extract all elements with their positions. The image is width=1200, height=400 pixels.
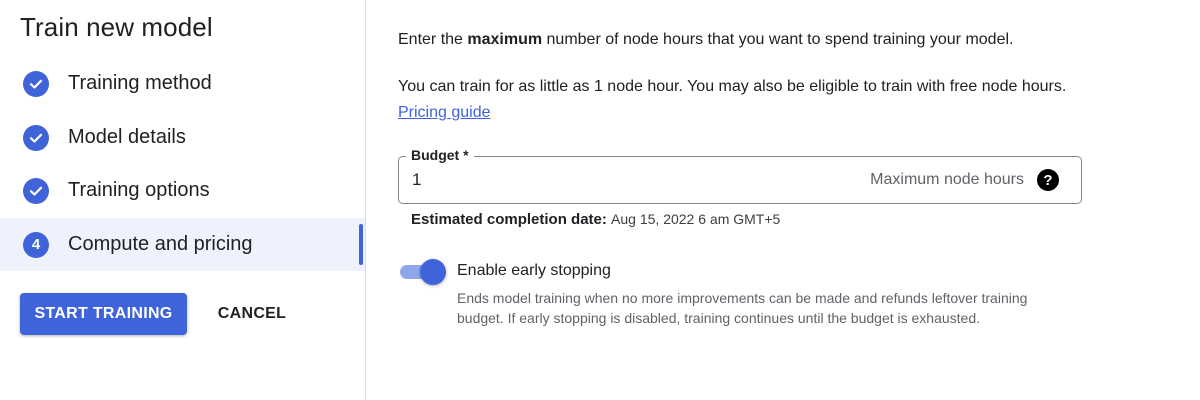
info-text: You can train for as little as 1 node ho… [398, 78, 1067, 121]
early-stopping-label: Enable early stopping [457, 262, 611, 279]
step-label: Training method [68, 72, 212, 94]
start-training-button[interactable]: START TRAINING [20, 293, 187, 335]
estimated-completion: Estimated completion date: Aug 15, 2022 … [411, 211, 780, 228]
check-circle-icon [23, 70, 49, 97]
cancel-button[interactable]: CANCEL [206, 293, 298, 335]
completion-date: Aug 15, 2022 6 am GMT+5 [611, 211, 781, 227]
step-model-details[interactable]: Model details [0, 111, 365, 164]
train-model-page: Train new model Training method Model de… [0, 0, 1200, 400]
help-circle-icon[interactable]: ? [1037, 169, 1059, 191]
check-circle-icon [23, 177, 49, 204]
budget-field[interactable]: Budget * Maximum node hours ? [398, 147, 1082, 204]
page-title: Train new model [20, 12, 213, 42]
toggle-thumb [420, 259, 446, 285]
compute-pricing-section: Enter the maximum number of node hours t… [398, 0, 1178, 400]
budget-label: Budget * [406, 147, 474, 163]
early-stopping-toggle[interactable] [398, 258, 446, 286]
early-stopping-description: Ends model training when no more improve… [457, 290, 1028, 326]
step-label: Compute and pricing [68, 233, 253, 255]
step-training-options[interactable]: Training options [0, 164, 365, 217]
step-compute-and-pricing[interactable]: 4 Compute and pricing [0, 218, 365, 271]
pricing-guide-link[interactable]: Pricing guide [398, 104, 491, 121]
stepper-panel: Train new model Training method Model de… [0, 0, 366, 400]
step-label: Training options [68, 179, 210, 201]
step-training-method[interactable]: Training method [0, 57, 365, 110]
check-circle-icon [23, 124, 49, 151]
intro-text: Enter the maximum number of node hours t… [398, 31, 1014, 48]
budget-suffix: Maximum node hours [870, 171, 1024, 188]
budget-input[interactable] [412, 170, 712, 190]
completion-label: Estimated completion date: [411, 211, 607, 228]
active-step-indicator [359, 224, 363, 265]
step-number-badge: 4 [23, 231, 49, 258]
step-label: Model details [68, 126, 186, 148]
